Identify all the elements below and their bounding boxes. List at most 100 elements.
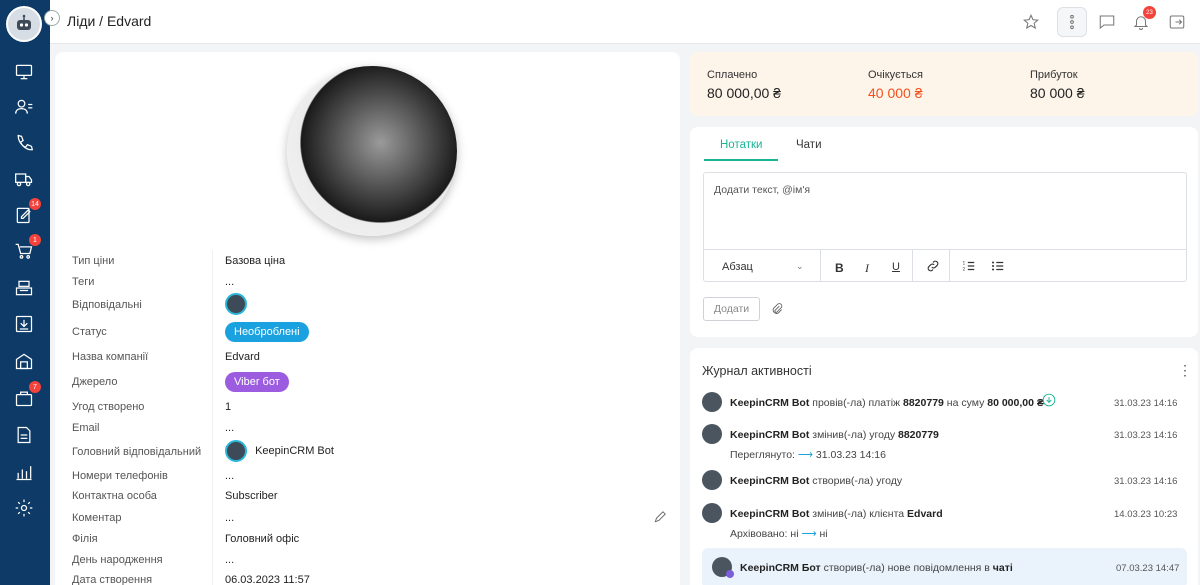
bold-icon[interactable]: B	[835, 261, 844, 275]
field-value[interactable]: ...	[225, 422, 234, 434]
activity-author[interactable]: KeepinCRM Bot	[730, 397, 809, 409]
arrow-right-icon: ⟶	[801, 528, 817, 540]
ordered-list-icon[interactable]: 12	[962, 259, 976, 273]
tab-notes[interactable]: Нотатки	[720, 139, 762, 151]
activity-author[interactable]: KeepinCRM Bot	[730, 475, 809, 487]
sidebar-collapse-chevron-icon[interactable]: ›	[44, 10, 60, 26]
tab-chats[interactable]: Чати	[796, 139, 822, 151]
activity-time: 31.03.23 14:16	[1114, 398, 1178, 409]
download-circle-icon[interactable]	[1042, 393, 1056, 407]
source-badge[interactable]: Viber бот	[225, 372, 289, 392]
finance-stats-card: Сплачено 80 000,00 ₴ Очікується 40 000 ₴…	[690, 52, 1198, 116]
field-value[interactable]: ...	[225, 470, 234, 482]
responsible-avatar[interactable]	[225, 293, 247, 315]
monitor-icon[interactable]	[13, 61, 35, 83]
italic-icon[interactable]: I	[865, 261, 869, 276]
bot-avatar-icon	[225, 293, 247, 315]
warehouse-icon[interactable]	[13, 350, 35, 372]
inbox-download-icon[interactable]	[13, 313, 35, 335]
chat-link[interactable]: чаті	[993, 562, 1013, 574]
more-vertical-icon[interactable]	[1057, 7, 1087, 37]
arrow-right-icon: ⟶	[797, 449, 813, 461]
client-name[interactable]: Edvard	[907, 508, 943, 520]
field-value: 1	[225, 401, 232, 413]
bullet-list-icon[interactable]	[991, 259, 1005, 273]
tasks-box-icon[interactable]: 7	[13, 381, 41, 409]
delivery-truck-icon[interactable]	[13, 168, 35, 190]
note-editor-placeholder: Додати текст, @ім'я	[714, 184, 811, 196]
bell-icon[interactable]: 23	[1130, 6, 1156, 33]
document-icon[interactable]	[13, 424, 35, 446]
field-contact-person: Контактна особа Subscriber	[55, 490, 675, 510]
chevron-down-icon[interactable]: ⌄	[796, 261, 804, 272]
field-label: День народження	[72, 554, 163, 566]
field-value[interactable]: Subscriber	[225, 490, 278, 502]
field-branch: Філія Головний офіс	[55, 533, 675, 553]
paid-value: 80 000,00 ₴	[707, 85, 781, 101]
field-phones: Номери телефонів...	[55, 470, 675, 490]
activity-change: Переглянуто: ⟶ 31.03.23 14:16	[730, 449, 886, 461]
field-label: Філія	[72, 533, 98, 545]
notes-card: Нотатки Чати Додати текст, @ім'я Абзац ⌄…	[690, 127, 1198, 337]
main-responsible-value[interactable]: KeepinCRM Bot	[225, 440, 334, 462]
logout-icon[interactable]	[1166, 11, 1188, 33]
field-value[interactable]: ...	[225, 554, 234, 566]
field-created-date: Дата створення 06.03.2023 11:57	[55, 574, 675, 585]
toolbar-separator	[949, 249, 950, 282]
field-birthday: День народження...	[55, 554, 675, 574]
activity-author[interactable]: KeepinCRM Бот	[740, 562, 821, 574]
edit-pencil-icon[interactable]	[653, 510, 667, 524]
field-responsible: Відповідальні	[55, 293, 675, 319]
activity-entry-highlighted: KeepinCRM Бот створив(-ла) нове повідомл…	[702, 548, 1187, 585]
cash-register-icon[interactable]	[13, 277, 35, 299]
orders-badge: 14	[29, 198, 41, 210]
viber-icon	[726, 570, 734, 578]
payment-id[interactable]: 8820779	[903, 397, 944, 409]
status-badge[interactable]: Необроблені	[225, 322, 309, 342]
field-value[interactable]: Базова ціна	[225, 255, 285, 267]
contacts-icon[interactable]	[13, 96, 35, 118]
field-label: Тип ціни	[72, 255, 115, 267]
bot-avatar-icon	[702, 424, 722, 444]
svg-text:2: 2	[963, 267, 966, 272]
activity-author[interactable]: KeepinCRM Bot	[730, 429, 809, 441]
field-value[interactable]: ...	[225, 512, 234, 524]
field-tags: Теги...	[55, 276, 675, 296]
phone-call-icon[interactable]	[13, 132, 35, 154]
svg-text:1: 1	[963, 260, 966, 265]
robot-logo-icon[interactable]	[6, 6, 42, 42]
deal-id[interactable]: 8820779	[898, 429, 939, 441]
field-label: Email	[72, 422, 100, 434]
cart-badge: 1	[29, 234, 41, 246]
add-note-button[interactable]: Додати	[703, 297, 760, 321]
chat-bubble-icon[interactable]	[1096, 11, 1118, 33]
field-label: Дата створення	[72, 574, 153, 585]
activity-author[interactable]: KeepinCRM Bot	[730, 508, 809, 520]
paragraph-style-select[interactable]: Абзац	[722, 261, 753, 273]
field-comment: Коментар...	[55, 510, 675, 532]
activity-menu-icon[interactable]: ⋮	[1178, 363, 1192, 377]
field-value[interactable]: ...	[225, 276, 234, 288]
star-icon[interactable]	[1020, 11, 1042, 33]
field-price-type: Тип ціни Базова ціна	[55, 255, 675, 275]
field-value[interactable]: Головний офіс	[225, 533, 299, 545]
underline-icon[interactable]: U	[892, 261, 900, 273]
lead-details-card: Тип ціни Базова ціна Теги... Відповідальн…	[55, 52, 680, 585]
cart-icon[interactable]: 1	[13, 234, 41, 262]
payment-amount: 80 000,00 ₴	[987, 397, 1044, 409]
paperclip-icon[interactable]	[770, 302, 784, 316]
activity-text: KeepinCRM Bot змінив(-ла) клієнта Edvard	[730, 508, 943, 520]
field-value: 06.03.2023 11:57	[225, 574, 310, 585]
settings-gear-icon[interactable]	[13, 497, 35, 519]
link-icon[interactable]	[926, 259, 940, 273]
paid-label: Сплачено	[707, 69, 758, 81]
orders-edit-icon[interactable]: 14	[13, 198, 41, 226]
active-tab-underline	[704, 159, 778, 161]
field-value[interactable]: Edvard	[225, 351, 260, 363]
main-responsible-name: KeepinCRM Bot	[255, 444, 334, 457]
note-editor[interactable]: Додати текст, @ім'я Абзац ⌄ B I U 12	[703, 172, 1187, 282]
field-label: Коментар	[72, 512, 122, 524]
analytics-chart-icon[interactable]	[13, 461, 35, 483]
activity-text: KeepinCRM Bot створив(-ла) угоду	[730, 475, 903, 487]
toolbar-divider	[704, 249, 1186, 250]
